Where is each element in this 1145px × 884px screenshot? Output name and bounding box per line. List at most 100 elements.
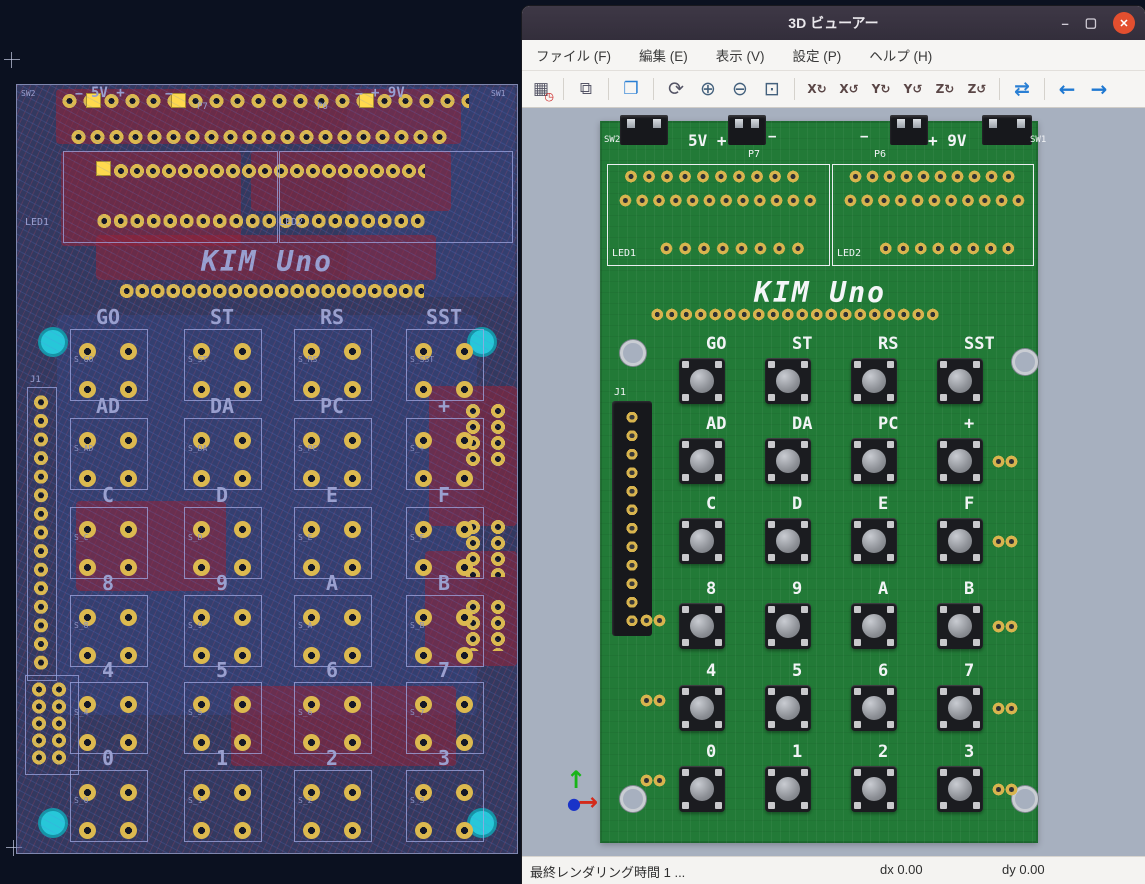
axis-orientation-gizmo [558, 770, 608, 820]
key-reference-label: S_ST [188, 355, 207, 364]
switch-pin [973, 474, 980, 481]
menu-preferences[interactable]: 設定 (P) [793, 45, 842, 65]
switch-plunger [690, 529, 714, 553]
menu-view[interactable]: 表示 (V) [716, 45, 765, 65]
window-minimize-button[interactable]: – [1061, 16, 1068, 31]
pad [344, 696, 361, 713]
tact-switch [679, 766, 725, 812]
switch-pin [768, 441, 775, 448]
pad [234, 784, 251, 801]
key-label: SST [964, 334, 995, 354]
key-reference-label: S_PC [298, 444, 317, 453]
pad [234, 432, 251, 449]
3d-canvas[interactable]: SW2 5V + − P7 − P6 + 9V SW1 LED1 LED2 [522, 108, 1145, 856]
switch-plunger [948, 449, 972, 473]
pad [344, 432, 361, 449]
key-label: E [292, 483, 372, 507]
switch-pin [801, 554, 808, 561]
pad [234, 609, 251, 626]
switch-pin [940, 441, 947, 448]
key-reference-label: S_AD [74, 444, 93, 453]
switch-plunger [862, 449, 886, 473]
switch-pin [768, 554, 775, 561]
pcb-editor-canvas[interactable]: SW2 − 5V + − P7 P6 − + 9V SW1 LED1 LED2 … [0, 0, 522, 884]
pad [234, 343, 251, 360]
switch-pin [801, 606, 808, 613]
pad [344, 343, 361, 360]
key-label: + [404, 394, 484, 418]
key-label: GO [68, 305, 148, 329]
key-label: RS [878, 334, 898, 354]
toolbar-separator [608, 78, 609, 100]
menu-help[interactable]: ヘルプ (H) [869, 45, 932, 65]
switch-pin [768, 606, 775, 613]
switch-pin [801, 361, 808, 368]
rotate-y-counterclockwise-icon[interactable]: Y↺ [898, 74, 928, 104]
rotate-y-clockwise-icon[interactable]: Y↻ [866, 74, 896, 104]
window-maximize-button[interactable]: ▢ [1085, 15, 1097, 31]
switch-pin [768, 769, 775, 776]
pad [79, 822, 96, 839]
switch-pin [940, 361, 947, 368]
pad [456, 521, 473, 538]
key-label: 6 [292, 658, 372, 682]
key-reference-label: S_1 [188, 796, 202, 805]
switch-pin [973, 521, 980, 528]
switch-pin [973, 554, 980, 561]
key-label: F [964, 494, 974, 514]
key-label: 8 [706, 579, 716, 599]
zoom-out-icon[interactable]: ⊖ [725, 74, 755, 104]
switch-plunger [776, 369, 800, 393]
flip-board-icon[interactable]: ⇄ [1007, 74, 1037, 104]
switch-pin [973, 802, 980, 809]
switch-plunger [948, 614, 972, 638]
zoom-to-fit-icon[interactable]: ⊡ [757, 74, 787, 104]
keypad-3d: GOSTRSSSTADDAPC+CDEF89AB45670123 [600, 121, 1038, 843]
pad [344, 521, 361, 538]
tact-switch [765, 603, 811, 649]
key-label: ST [182, 305, 262, 329]
window-close-button[interactable]: ✕ [1113, 12, 1135, 34]
key-reference-label: S_+ [410, 444, 424, 453]
rotate-z-clockwise-icon[interactable]: Z↻ [930, 74, 960, 104]
key-label: SST [404, 305, 484, 329]
rotate-x-clockwise-icon[interactable]: X↻ [802, 74, 832, 104]
pad [456, 784, 473, 801]
switch-plunger [862, 369, 886, 393]
menu-edit[interactable]: 編集 (E) [639, 45, 688, 65]
switch-pin [682, 688, 689, 695]
key-label: B [404, 571, 484, 595]
orthographic-projection-icon[interactable]: ❐ [616, 74, 646, 104]
refresh-view-icon[interactable]: ⟳ [661, 74, 691, 104]
key-reference-label: S_SST [410, 355, 434, 364]
pad [120, 696, 137, 713]
rotate-x-counterclockwise-icon[interactable]: X↺ [834, 74, 864, 104]
tact-switch [851, 685, 897, 731]
key-reference-label: S_RS [298, 355, 317, 364]
render-current-view-icon[interactable]: ▦ ◷ [526, 74, 556, 104]
pad [303, 822, 320, 839]
switch-pin [682, 802, 689, 809]
move-right-icon[interactable]: → [1084, 74, 1114, 104]
switch-pin [854, 802, 861, 809]
menu-file[interactable]: ファイル (F) [536, 45, 611, 65]
key-reference-label: S_7 [410, 708, 424, 717]
switch-pin [887, 394, 894, 401]
window-controls: – ▢ ✕ [1061, 6, 1135, 40]
key-label: C [68, 483, 148, 507]
switch-pin [715, 521, 722, 528]
zoom-in-icon[interactable]: ⊕ [693, 74, 723, 104]
key-label: A [292, 571, 372, 595]
tact-switch [679, 603, 725, 649]
move-left-icon[interactable]: ← [1052, 74, 1082, 104]
switch-pin [887, 639, 894, 646]
rotate-z-counterclockwise-icon[interactable]: Z↺ [962, 74, 992, 104]
window-titlebar[interactable]: 3D ビューアー – ▢ ✕ [522, 6, 1145, 40]
switch-pin [715, 639, 722, 646]
copy-image-icon[interactable]: ⧉ [571, 74, 601, 104]
switch-pin [768, 521, 775, 528]
switch-pin [940, 606, 947, 613]
key-label: E [878, 494, 888, 514]
key-reference-label: S_5 [188, 708, 202, 717]
switch-pin [801, 802, 808, 809]
